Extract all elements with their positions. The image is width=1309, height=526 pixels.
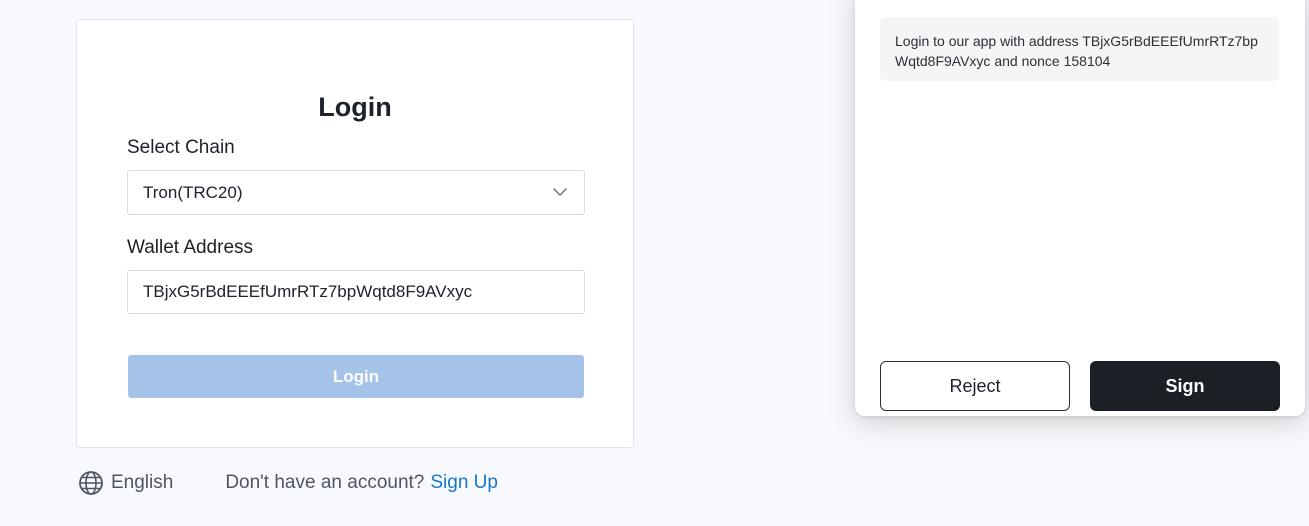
sign-up-link[interactable]: Sign Up	[430, 472, 498, 494]
language-selector[interactable]: English	[78, 470, 173, 496]
signup-prompt: Don't have an account?	[225, 472, 425, 493]
wallet-address-input[interactable]	[127, 270, 585, 314]
sign-message-dialog: Login to our app with address TBjxG5rBdE…	[855, 0, 1305, 416]
globe-icon	[79, 471, 103, 495]
login-card: Login Select Chain Tron(TRC20) Wallet Ad…	[76, 19, 634, 448]
language-label: English	[111, 472, 174, 493]
chain-select[interactable]: Tron(TRC20)	[127, 170, 585, 215]
chain-select-value: Tron(TRC20)	[143, 183, 243, 202]
wallet-address-label: Wallet Address	[127, 237, 254, 258]
footer: English Don't have an account? Sign Up	[78, 469, 498, 497]
page-title: Login	[318, 92, 392, 122]
select-chain-label: Select Chain	[127, 137, 235, 158]
sign-message-text: Login to our app with address TBjxG5rBdE…	[880, 17, 1279, 81]
reject-button[interactable]: Reject	[880, 361, 1070, 411]
sign-button[interactable]: Sign	[1090, 361, 1280, 411]
chevron-down-icon	[553, 188, 567, 196]
login-button[interactable]: Login	[128, 355, 584, 398]
page: Login Select Chain Tron(TRC20) Wallet Ad…	[0, 0, 1309, 526]
